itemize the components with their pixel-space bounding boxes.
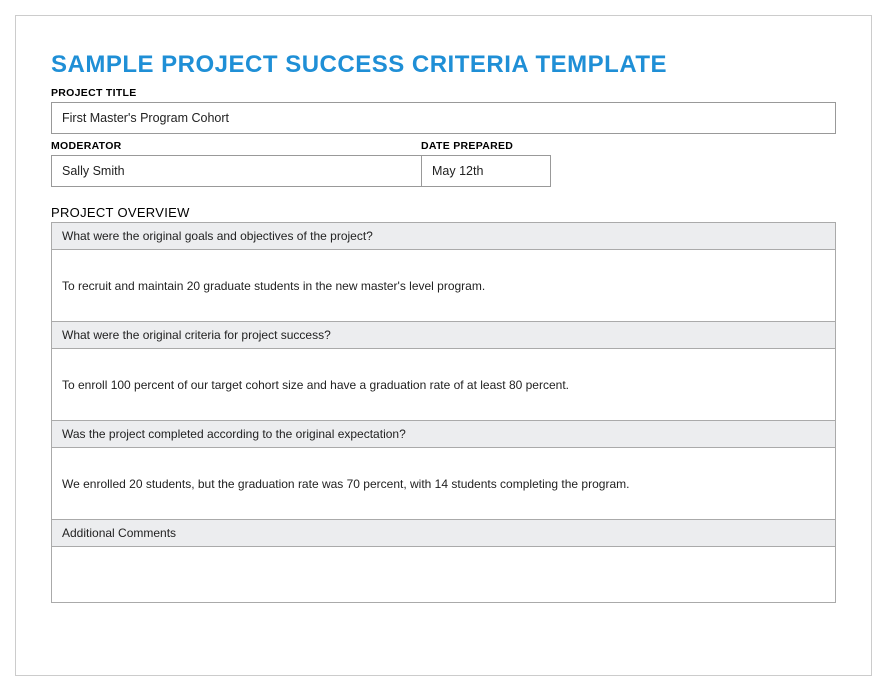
project-title-field[interactable]: First Master's Program Cohort	[51, 102, 836, 134]
date-prepared-label: DATE PREPARED	[421, 140, 551, 152]
moderator-field[interactable]: Sally Smith	[51, 155, 421, 187]
answer-criteria[interactable]: To enroll 100 percent of our target coho…	[52, 349, 835, 421]
date-prepared-field[interactable]: May 12th	[421, 155, 551, 187]
project-overview-heading: PROJECT OVERVIEW	[51, 205, 836, 220]
question-comments: Additional Comments	[52, 520, 835, 547]
question-expectation: Was the project completed according to t…	[52, 421, 835, 448]
question-goals: What were the original goals and objecti…	[52, 223, 835, 250]
document-title: SAMPLE PROJECT SUCCESS CRITERIA TEMPLATE	[51, 51, 836, 79]
answer-comments[interactable]	[52, 547, 835, 602]
overview-table: What were the original goals and objecti…	[51, 222, 836, 603]
answer-expectation[interactable]: We enrolled 20 students, but the graduat…	[52, 448, 835, 520]
question-criteria: What were the original criteria for proj…	[52, 322, 835, 349]
moderator-label: MODERATOR	[51, 140, 421, 152]
project-title-label: PROJECT TITLE	[51, 87, 836, 99]
answer-goals[interactable]: To recruit and maintain 20 graduate stud…	[52, 250, 835, 322]
document-page: SAMPLE PROJECT SUCCESS CRITERIA TEMPLATE…	[15, 15, 872, 676]
moderator-date-row: MODERATOR Sally Smith DATE PREPARED May …	[51, 140, 836, 187]
